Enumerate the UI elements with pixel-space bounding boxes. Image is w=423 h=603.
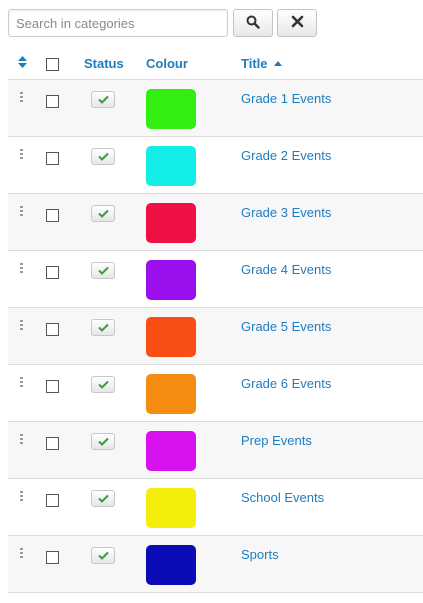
category-title-link[interactable]: School Events xyxy=(241,490,324,505)
drag-handle-icon[interactable] xyxy=(19,320,25,332)
table-row: Sports xyxy=(8,536,423,593)
table-header: Status Colour Title xyxy=(8,46,423,80)
category-title-link[interactable]: Sports xyxy=(241,547,279,562)
status-toggle-button[interactable] xyxy=(91,319,115,336)
drag-handle-icon[interactable] xyxy=(19,377,25,389)
row-checkbox[interactable] xyxy=(46,437,59,450)
colour-column-header[interactable]: Colour xyxy=(146,56,188,71)
row-checkbox[interactable] xyxy=(46,323,59,336)
status-toggle-button[interactable] xyxy=(91,205,115,222)
category-title-link[interactable]: Grade 2 Events xyxy=(241,148,331,163)
checkmark-icon xyxy=(97,206,109,221)
checkmark-icon xyxy=(97,548,109,563)
table-row: Grade 5 Events xyxy=(8,308,423,365)
colour-swatch xyxy=(146,89,196,129)
category-list: Grade 1 Events Grade 2 Events Grade 3 Even… xyxy=(8,80,423,593)
row-checkbox[interactable] xyxy=(46,380,59,393)
sort-ascending-icon xyxy=(273,61,282,66)
status-toggle-button[interactable] xyxy=(91,148,115,165)
table-row: Prep Events xyxy=(8,422,423,479)
row-checkbox[interactable] xyxy=(46,266,59,279)
drag-handle-icon[interactable] xyxy=(19,434,25,446)
checkmark-icon xyxy=(97,149,109,164)
title-column-label: Title xyxy=(241,56,268,71)
category-title-link[interactable]: Prep Events xyxy=(241,433,312,448)
table-row: Grade 1 Events xyxy=(8,80,423,137)
colour-swatch xyxy=(146,374,196,414)
colour-swatch xyxy=(146,260,196,300)
close-icon xyxy=(291,15,304,31)
row-checkbox[interactable] xyxy=(46,209,59,222)
search-bar xyxy=(8,9,317,37)
table-row: School Events xyxy=(8,479,423,536)
colour-swatch xyxy=(146,146,196,186)
drag-handle-icon[interactable] xyxy=(19,491,25,503)
status-column-header[interactable]: Status xyxy=(84,56,124,71)
checkmark-icon xyxy=(97,263,109,278)
table-row: Grade 6 Events xyxy=(8,365,423,422)
colour-swatch xyxy=(146,317,196,357)
status-toggle-button[interactable] xyxy=(91,490,115,507)
status-toggle-button[interactable] xyxy=(91,547,115,564)
table-row: Grade 3 Events xyxy=(8,194,423,251)
drag-handle-icon[interactable] xyxy=(19,263,25,275)
checkmark-icon xyxy=(97,320,109,335)
table-row: Grade 4 Events xyxy=(8,251,423,308)
search-input[interactable] xyxy=(8,9,228,37)
title-column-header[interactable]: Title xyxy=(241,56,282,71)
row-checkbox[interactable] xyxy=(46,95,59,108)
drag-handle-icon[interactable] xyxy=(19,149,25,161)
search-icon xyxy=(246,15,260,32)
colour-swatch xyxy=(146,488,196,528)
select-all-checkbox[interactable] xyxy=(46,58,59,71)
colour-swatch xyxy=(146,203,196,243)
row-checkbox[interactable] xyxy=(46,551,59,564)
sort-arrows-icon[interactable] xyxy=(18,56,27,71)
drag-handle-icon[interactable] xyxy=(19,92,25,104)
status-toggle-button[interactable] xyxy=(91,262,115,279)
category-title-link[interactable]: Grade 6 Events xyxy=(241,376,331,391)
status-toggle-button[interactable] xyxy=(91,91,115,108)
clear-search-button[interactable] xyxy=(277,9,317,37)
drag-handle-icon[interactable] xyxy=(19,548,25,560)
checkmark-icon xyxy=(97,434,109,449)
checkmark-icon xyxy=(97,377,109,392)
status-toggle-button[interactable] xyxy=(91,376,115,393)
colour-swatch xyxy=(146,545,196,585)
colour-swatch xyxy=(146,431,196,471)
category-title-link[interactable]: Grade 1 Events xyxy=(241,91,331,106)
drag-handle-icon[interactable] xyxy=(19,206,25,218)
status-toggle-button[interactable] xyxy=(91,433,115,450)
checkmark-icon xyxy=(97,92,109,107)
category-title-link[interactable]: Grade 5 Events xyxy=(241,319,331,334)
table-row: Grade 2 Events xyxy=(8,137,423,194)
search-button[interactable] xyxy=(233,9,273,37)
checkmark-icon xyxy=(97,491,109,506)
category-title-link[interactable]: Grade 3 Events xyxy=(241,205,331,220)
row-checkbox[interactable] xyxy=(46,494,59,507)
category-title-link[interactable]: Grade 4 Events xyxy=(241,262,331,277)
row-checkbox[interactable] xyxy=(46,152,59,165)
